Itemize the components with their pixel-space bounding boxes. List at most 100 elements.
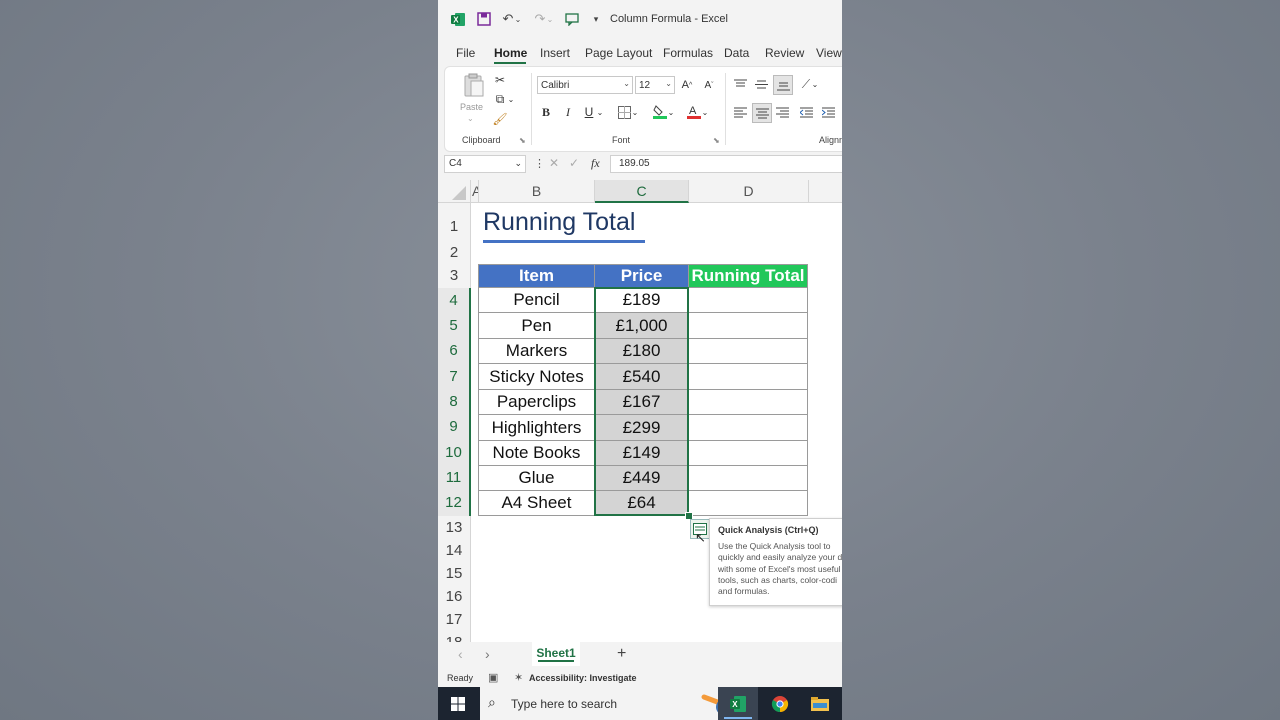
name-box[interactable]: C4 ⌄ — [444, 155, 526, 173]
row-header[interactable]: 16 — [438, 585, 471, 608]
cut-icon[interactable]: ✂ — [491, 71, 509, 89]
price-cell[interactable]: £540 — [594, 363, 689, 390]
row-header[interactable]: 10 — [438, 440, 471, 465]
more-options-icon[interactable]: ⋮ — [534, 157, 545, 170]
increase-font-size-icon[interactable]: A ^ — [678, 76, 696, 94]
tab-insert[interactable]: Insert — [540, 46, 570, 60]
item-cell[interactable]: Highlighters — [478, 414, 595, 441]
tab-data[interactable]: Data — [724, 46, 749, 60]
tab-page-layout[interactable]: Page Layout — [585, 46, 652, 60]
column-header-a[interactable]: A — [471, 180, 479, 203]
copy-dropdown-icon[interactable]: ⌄ — [507, 90, 515, 108]
row-header[interactable]: 18 — [438, 631, 471, 642]
column-header-c[interactable]: C — [595, 180, 689, 203]
running-total-cell[interactable] — [688, 440, 808, 466]
running-total-cell[interactable] — [688, 287, 808, 313]
paste-icon[interactable] — [461, 73, 487, 99]
font-name-dropdown[interactable]: Calibri ⌄ — [537, 76, 633, 94]
align-top-icon[interactable] — [731, 75, 749, 93]
windows-start-icon[interactable] — [438, 687, 478, 720]
align-bottom-icon[interactable] — [773, 75, 793, 95]
item-cell[interactable]: Paperclips — [478, 389, 595, 415]
header-running-total[interactable]: Running Total — [688, 264, 808, 288]
running-total-cell[interactable] — [688, 389, 808, 415]
scroll-left-icon[interactable]: ‹ — [458, 646, 463, 662]
row-header[interactable]: 7 — [438, 364, 471, 389]
column-header-b[interactable]: B — [479, 180, 595, 203]
running-total-cell[interactable] — [688, 490, 808, 516]
item-cell[interactable]: A4 Sheet — [478, 490, 595, 516]
insert-function-icon[interactable]: fx — [591, 156, 600, 171]
taskbar-search-box[interactable]: ⌕ Type here to search — [480, 687, 742, 720]
sheet-tab-sheet1[interactable]: Sheet1 — [532, 642, 580, 666]
item-cell[interactable]: Pencil — [478, 287, 595, 313]
align-center-icon[interactable] — [752, 103, 772, 123]
select-all-button[interactable] — [438, 180, 471, 203]
row-header[interactable]: 5 — [438, 313, 471, 338]
price-cell[interactable]: £180 — [594, 338, 689, 364]
tab-view[interactable]: View — [816, 46, 842, 60]
column-header-e[interactable] — [809, 180, 842, 203]
align-middle-icon[interactable] — [752, 75, 770, 93]
font-launcher-icon[interactable]: ⬊ — [713, 136, 720, 145]
row-header[interactable]: 4 — [438, 288, 471, 313]
running-total-cell[interactable] — [688, 414, 808, 441]
item-cell[interactable]: Note Books — [478, 440, 595, 466]
underline-dropdown-icon[interactable]: ⌄ — [596, 103, 604, 121]
item-cell[interactable]: Markers — [478, 338, 595, 364]
scroll-right-icon[interactable]: › — [485, 646, 490, 662]
row-header[interactable]: 9 — [438, 414, 471, 440]
row-header[interactable]: 12 — [438, 490, 471, 516]
row-header[interactable]: 3 — [438, 263, 471, 288]
formula-input[interactable]: 189.05 — [610, 155, 842, 173]
item-cell[interactable]: Pen — [478, 312, 595, 339]
customize-qat-icon[interactable]: ▾ — [588, 11, 604, 27]
enter-icon[interactable]: ✓ — [569, 156, 579, 170]
fill-color-dropdown-icon[interactable]: ⌄ — [667, 103, 675, 121]
taskbar-file-explorer-icon[interactable] — [800, 687, 840, 720]
price-cell[interactable]: £167 — [594, 389, 689, 415]
item-cell[interactable]: Glue — [478, 465, 595, 491]
column-header-d[interactable]: D — [689, 180, 809, 203]
row-header[interactable]: 14 — [438, 539, 471, 562]
font-color-dropdown-icon[interactable]: ⌄ — [701, 103, 709, 121]
item-cell[interactable]: Sticky Notes — [478, 363, 595, 390]
align-left-icon[interactable] — [731, 103, 749, 121]
format-painter-icon[interactable]: 🖌 — [491, 110, 509, 128]
row-header[interactable]: 8 — [438, 389, 471, 414]
accessibility-icon[interactable]: ✶ — [514, 671, 523, 684]
row-header[interactable]: 1 — [438, 203, 471, 240]
macro-record-icon[interactable]: ▣ — [488, 671, 498, 684]
cancel-icon[interactable]: ✕ — [549, 156, 559, 170]
paste-label[interactable]: Paste — [460, 102, 483, 112]
undo-dropdown-icon[interactable]: ⌄ — [514, 11, 522, 27]
price-cell[interactable]: £1,000 — [594, 312, 689, 339]
price-cell[interactable]: £189 — [594, 287, 689, 313]
accessibility-status[interactable]: Accessibility: Investigate — [529, 673, 637, 683]
tab-formulas[interactable]: Formulas — [663, 46, 713, 60]
row-header[interactable]: 13 — [438, 516, 471, 539]
running-total-cell[interactable] — [688, 338, 808, 364]
borders-dropdown-icon[interactable]: ⌄ — [631, 103, 639, 121]
align-right-icon[interactable] — [773, 103, 791, 121]
taskbar-chrome-icon[interactable] — [760, 687, 800, 720]
quick-access-comment-icon[interactable] — [564, 11, 580, 27]
font-size-dropdown[interactable]: 12 ⌄ — [635, 76, 675, 94]
header-item[interactable]: Item — [478, 264, 595, 288]
italic-icon[interactable]: I — [559, 103, 577, 121]
decrease-font-size-icon[interactable]: Aˇ — [700, 76, 718, 94]
save-icon[interactable] — [476, 11, 492, 27]
row-header[interactable]: 11 — [438, 465, 471, 490]
running-total-cell[interactable] — [688, 465, 808, 491]
price-cell[interactable]: £64 — [594, 490, 689, 516]
row-header[interactable]: 15 — [438, 562, 471, 585]
clipboard-launcher-icon[interactable]: ⬊ — [519, 136, 526, 145]
row-header[interactable]: 2 — [438, 240, 471, 263]
orientation-dropdown-icon[interactable]: ⌄ — [811, 75, 819, 93]
taskbar-excel-icon[interactable]: X — [718, 687, 758, 720]
row-header[interactable]: 6 — [438, 338, 471, 364]
price-cell[interactable]: £299 — [594, 414, 689, 441]
add-sheet-icon[interactable]: + — [617, 645, 626, 663]
sheet-title[interactable]: Running Total — [483, 208, 635, 237]
running-total-cell[interactable] — [688, 363, 808, 390]
